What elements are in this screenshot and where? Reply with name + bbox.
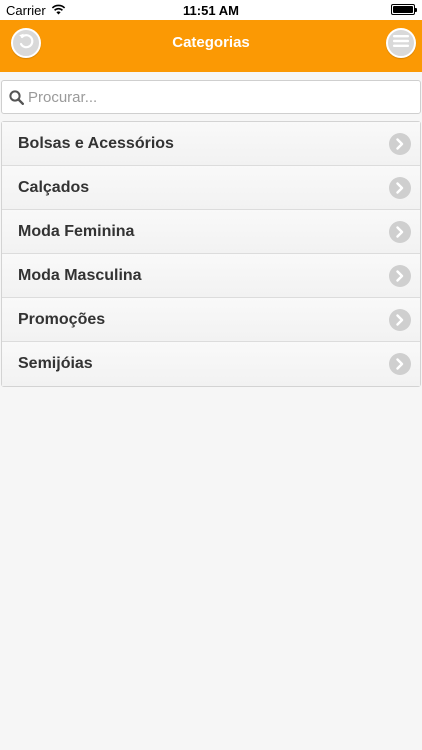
category-item-moda-masculina[interactable]: Moda Masculina [2, 254, 420, 298]
category-item-calcados[interactable]: Calçados [2, 166, 420, 210]
header-bar: Categorias [0, 20, 422, 72]
chevron-right-icon [389, 265, 411, 287]
category-item-promocoes[interactable]: Promoções [2, 298, 420, 342]
chevron-right-icon [389, 133, 411, 155]
category-list: Bolsas e Acessórios Calçados Moda Femini… [1, 121, 421, 387]
search-icon [4, 81, 28, 113]
category-label: Promoções [18, 311, 106, 328]
category-label: Moda Feminina [18, 223, 135, 240]
category-label: Semijóias [18, 355, 93, 372]
menu-button[interactable] [386, 28, 416, 58]
chevron-right-icon [389, 221, 411, 243]
chevron-right-icon [389, 177, 411, 199]
battery-icon [391, 4, 417, 15]
search-input[interactable] [28, 82, 420, 112]
category-label: Bolsas e Acessórios [18, 135, 174, 152]
category-item-semijoias[interactable]: Semijóias [2, 342, 420, 386]
page-title: Categorias [172, 34, 250, 51]
status-right [391, 4, 417, 15]
status-time: 11:51 AM [183, 3, 239, 18]
chevron-right-icon [389, 353, 411, 375]
category-label: Moda Masculina [18, 267, 142, 284]
status-bar: Carrier 11:51 AM [0, 0, 422, 20]
category-item-moda-feminina[interactable]: Moda Feminina [2, 210, 420, 254]
category-label: Calçados [18, 179, 90, 196]
category-item-bolsas-e-acessorios[interactable]: Bolsas e Acessórios [2, 122, 420, 166]
search-bar [1, 80, 421, 114]
chevron-right-icon [389, 309, 411, 331]
hamburger-menu-icon [393, 34, 409, 53]
